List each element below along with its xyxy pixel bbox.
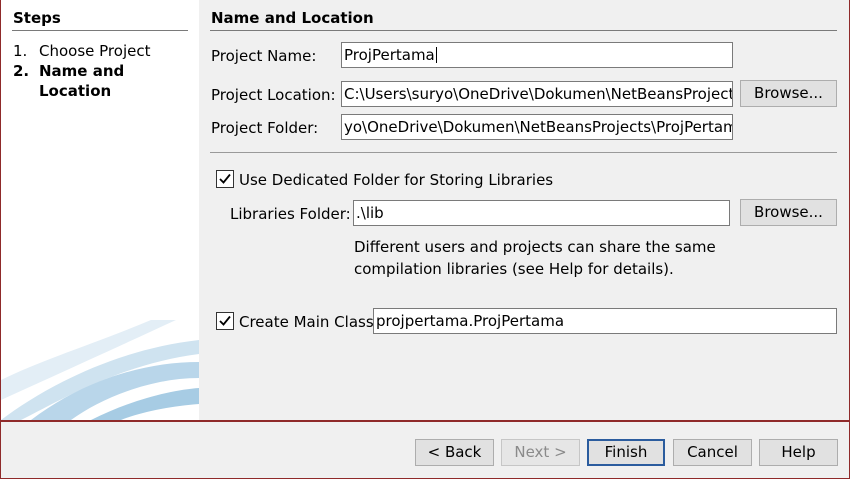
project-name-value: ProjPertama (344, 46, 435, 64)
cancel-button[interactable]: Cancel (673, 439, 752, 466)
main-panel: Name and Location Project Name: ProjPert… (199, 0, 849, 420)
project-name-input[interactable]: ProjPertama (341, 42, 733, 68)
netbeans-swoosh-graphic (1, 320, 199, 420)
dedicated-folder-label[interactable]: Use Dedicated Folder for Storing Librari… (239, 171, 553, 189)
step-label: Choose Project (39, 42, 151, 60)
create-main-class-checkbox[interactable] (216, 312, 234, 330)
steps-panel: Steps 1. Choose Project 2. Name and Loca… (1, 0, 199, 420)
steps-title: Steps (13, 9, 61, 27)
dedicated-folder-checkbox[interactable] (216, 170, 234, 188)
libraries-help-text-line2: compilation libraries (see Help for deta… (354, 260, 674, 278)
section-title: Name and Location (211, 9, 374, 27)
project-folder-label: Project Folder: (211, 119, 319, 137)
libraries-help-text-line1: Different users and projects can share t… (354, 238, 716, 256)
button-bar: < Back Next > Finish Cancel Help (1, 422, 849, 478)
create-main-class-label[interactable]: Create Main Class (239, 313, 374, 331)
step-number: 1. (13, 42, 28, 60)
libraries-folder-label: Libraries Folder: (230, 205, 351, 223)
step-number: 2. (13, 62, 30, 80)
finish-button[interactable]: Finish (587, 439, 665, 466)
libraries-folder-browse-button[interactable]: Browse... (740, 199, 837, 226)
project-name-label: Project Name: (211, 47, 317, 65)
checkmark-icon (219, 173, 231, 184)
libraries-folder-input[interactable]: .\lib (353, 200, 730, 226)
checkmark-icon (219, 315, 231, 326)
help-button[interactable]: Help (759, 439, 838, 466)
back-button[interactable]: < Back (415, 439, 494, 466)
main-class-input[interactable]: projpertama.ProjPertama (373, 308, 837, 334)
next-button[interactable]: Next > (501, 439, 580, 466)
project-location-browse-button[interactable]: Browse... (740, 80, 837, 107)
options-divider (210, 152, 837, 153)
project-folder-input[interactable]: yo\OneDrive\Dokumen\NetBeansProjects\Pro… (341, 114, 733, 140)
text-caret (435, 47, 437, 63)
section-divider (210, 30, 837, 31)
project-location-label: Project Location: (211, 86, 336, 104)
project-location-input[interactable]: C:\Users\suryo\OneDrive\Dokumen\NetBeans… (341, 81, 733, 107)
steps-divider (12, 30, 188, 31)
step-label: Name and Location (39, 62, 125, 100)
